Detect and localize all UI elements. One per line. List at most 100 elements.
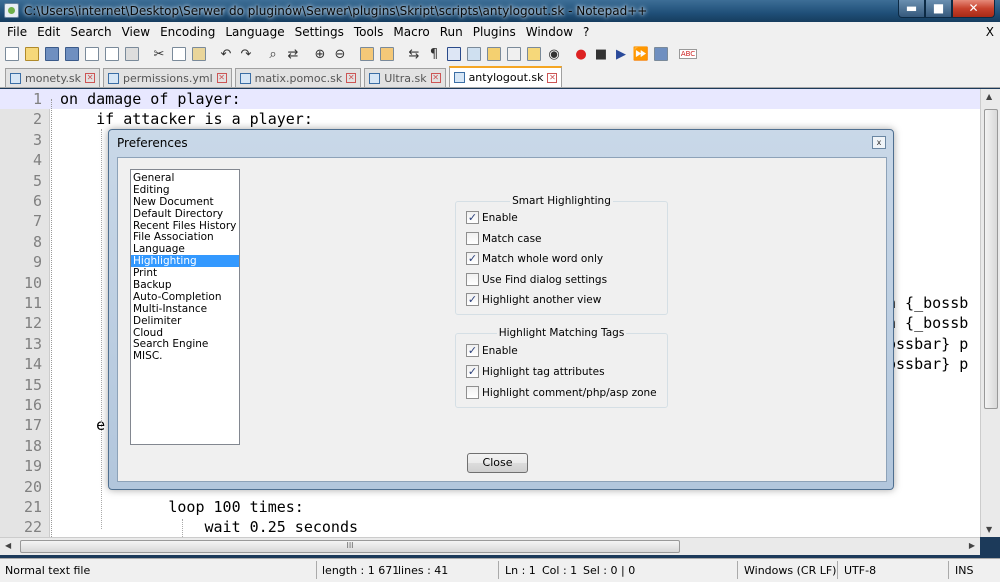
close-button[interactable]: Close: [467, 453, 528, 473]
sync-horizontal-icon[interactable]: [378, 45, 396, 63]
paste-icon[interactable]: [190, 45, 208, 63]
category-default-directory[interactable]: Default Directory: [131, 208, 239, 220]
tab-close-icon[interactable]: ✕: [216, 73, 227, 83]
play-macro-icon[interactable]: ▶: [612, 45, 630, 63]
category-editing[interactable]: Editing: [131, 184, 239, 196]
stop-macro-icon[interactable]: ■: [592, 45, 610, 63]
scroll-down-icon[interactable]: ▼: [986, 525, 992, 534]
save-all-icon[interactable]: [63, 45, 81, 63]
category-print[interactable]: Print: [131, 267, 239, 279]
menu-edit[interactable]: Edit: [32, 25, 65, 39]
category-delimiter[interactable]: Delimiter: [131, 315, 239, 327]
zoom-in-icon[interactable]: ⊕: [311, 45, 329, 63]
folder-workspace-icon[interactable]: [525, 45, 543, 63]
smart-enable-option[interactable]: ✓ Enable: [466, 211, 518, 224]
category-misc[interactable]: MISC.: [131, 350, 239, 362]
category-general[interactable]: General: [131, 172, 239, 184]
function-list-icon[interactable]: [505, 45, 523, 63]
minimize-button[interactable]: ▬: [898, 0, 925, 18]
vertical-scroll-thumb[interactable]: [984, 109, 998, 409]
horizontal-scrollbar[interactable]: ◀ III ▶: [0, 537, 980, 555]
zoom-out-icon[interactable]: ⊖: [331, 45, 349, 63]
close-window-button[interactable]: ✕: [952, 0, 995, 18]
find-icon[interactable]: ⌕: [264, 45, 282, 63]
checkbox-checked[interactable]: ✓: [466, 252, 479, 265]
checkbox-checked[interactable]: ✓: [466, 344, 479, 357]
notepad-plus-plus-icon[interactable]: [4, 3, 19, 18]
menu-encoding[interactable]: Encoding: [155, 25, 220, 39]
checkbox-checked[interactable]: ✓: [466, 365, 479, 378]
scroll-up-icon[interactable]: ▲: [986, 92, 992, 101]
cut-icon[interactable]: ✂: [150, 45, 168, 63]
close-icon[interactable]: [83, 45, 101, 63]
spell-check-icon[interactable]: ABC: [678, 45, 698, 63]
new-file-icon[interactable]: [3, 45, 21, 63]
sync-vertical-icon[interactable]: [358, 45, 376, 63]
redo-icon[interactable]: ↷: [237, 45, 255, 63]
word-wrap-icon[interactable]: ⇆: [405, 45, 423, 63]
category-highlighting[interactable]: Highlighting: [131, 255, 239, 267]
category-backup[interactable]: Backup: [131, 279, 239, 291]
checkbox-unchecked[interactable]: [466, 386, 479, 399]
user-language-icon[interactable]: [465, 45, 483, 63]
tab-close-icon[interactable]: ✕: [547, 72, 558, 83]
match-case-option[interactable]: Match case: [466, 232, 542, 245]
tab-close-icon[interactable]: ✕: [346, 73, 357, 83]
highlight-another-view-option[interactable]: ✓ Highlight another view: [466, 293, 601, 306]
category-search-engine[interactable]: Search Engine: [131, 338, 239, 351]
highlight-tag-attributes-option[interactable]: ✓ Highlight tag attributes: [466, 365, 605, 378]
checkbox-unchecked[interactable]: [466, 273, 479, 286]
undo-icon[interactable]: ↶: [217, 45, 235, 63]
checkbox-checked[interactable]: ✓: [466, 211, 479, 224]
menu-view[interactable]: View: [117, 25, 155, 39]
replace-icon[interactable]: ⇄: [284, 45, 302, 63]
maximize-button[interactable]: ■: [925, 0, 952, 18]
checkbox-checked[interactable]: ✓: [466, 293, 479, 306]
menu-settings[interactable]: Settings: [290, 25, 349, 39]
tab-monety[interactable]: monety.sk ✕: [5, 68, 101, 87]
open-file-icon[interactable]: [23, 45, 41, 63]
show-all-characters-icon[interactable]: ¶: [425, 45, 443, 63]
category-list[interactable]: General Editing New Document Default Dir…: [130, 169, 240, 445]
menu-macro[interactable]: Macro: [388, 25, 434, 39]
save-macro-icon[interactable]: [652, 45, 670, 63]
close-document-x[interactable]: X: [986, 25, 994, 39]
category-recent-files-history[interactable]: Recent Files History: [131, 220, 239, 232]
scroll-right-icon[interactable]: ▶: [969, 541, 975, 550]
menu-plugins[interactable]: Plugins: [468, 25, 521, 39]
dialog-close-icon[interactable]: x: [872, 136, 886, 149]
category-language[interactable]: Language: [131, 243, 239, 255]
menu-tools[interactable]: Tools: [349, 25, 389, 39]
tab-matix-pomoc[interactable]: matix.pomoc.sk ✕: [234, 68, 362, 87]
scroll-left-icon[interactable]: ◀: [5, 541, 11, 550]
category-multi-instance[interactable]: Multi-Instance: [131, 303, 239, 315]
menu-search[interactable]: Search: [65, 25, 116, 39]
monitoring-icon[interactable]: ◉: [545, 45, 563, 63]
save-icon[interactable]: [43, 45, 61, 63]
category-auto-completion[interactable]: Auto-Completion: [131, 291, 239, 303]
menu-file[interactable]: File: [2, 25, 32, 39]
tab-close-icon[interactable]: ✕: [85, 73, 96, 83]
tab-antylogout[interactable]: antylogout.sk ✕: [448, 66, 563, 87]
checkbox-unchecked[interactable]: [466, 232, 479, 245]
tab-close-icon[interactable]: ✕: [430, 73, 441, 83]
category-file-association[interactable]: File Association: [131, 231, 239, 244]
tab-permissions[interactable]: permissions.yml ✕: [103, 68, 232, 87]
category-new-document[interactable]: New Document: [131, 196, 239, 208]
highlight-comment-zone-option[interactable]: Highlight comment/php/asp zone: [466, 386, 657, 399]
category-cloud[interactable]: Cloud: [131, 327, 239, 339]
menu-run[interactable]: Run: [435, 25, 468, 39]
use-find-dialog-option[interactable]: Use Find dialog settings: [466, 273, 607, 286]
record-macro-icon[interactable]: ●: [572, 45, 590, 63]
horizontal-scroll-thumb[interactable]: III: [20, 540, 680, 553]
print-icon[interactable]: [123, 45, 141, 63]
menu-language[interactable]: Language: [220, 25, 289, 39]
menu-window[interactable]: Window: [521, 25, 578, 39]
run-macro-multiple-icon[interactable]: ⏩: [632, 45, 650, 63]
match-whole-word-option[interactable]: ✓ Match whole word only: [466, 252, 603, 265]
doc-map-icon[interactable]: [485, 45, 503, 63]
tags-enable-option[interactable]: ✓ Enable: [466, 344, 518, 357]
vertical-scrollbar[interactable]: ▲ ▼: [980, 89, 1000, 537]
copy-icon[interactable]: [170, 45, 188, 63]
tab-ultra[interactable]: Ultra.sk ✕: [364, 68, 446, 87]
